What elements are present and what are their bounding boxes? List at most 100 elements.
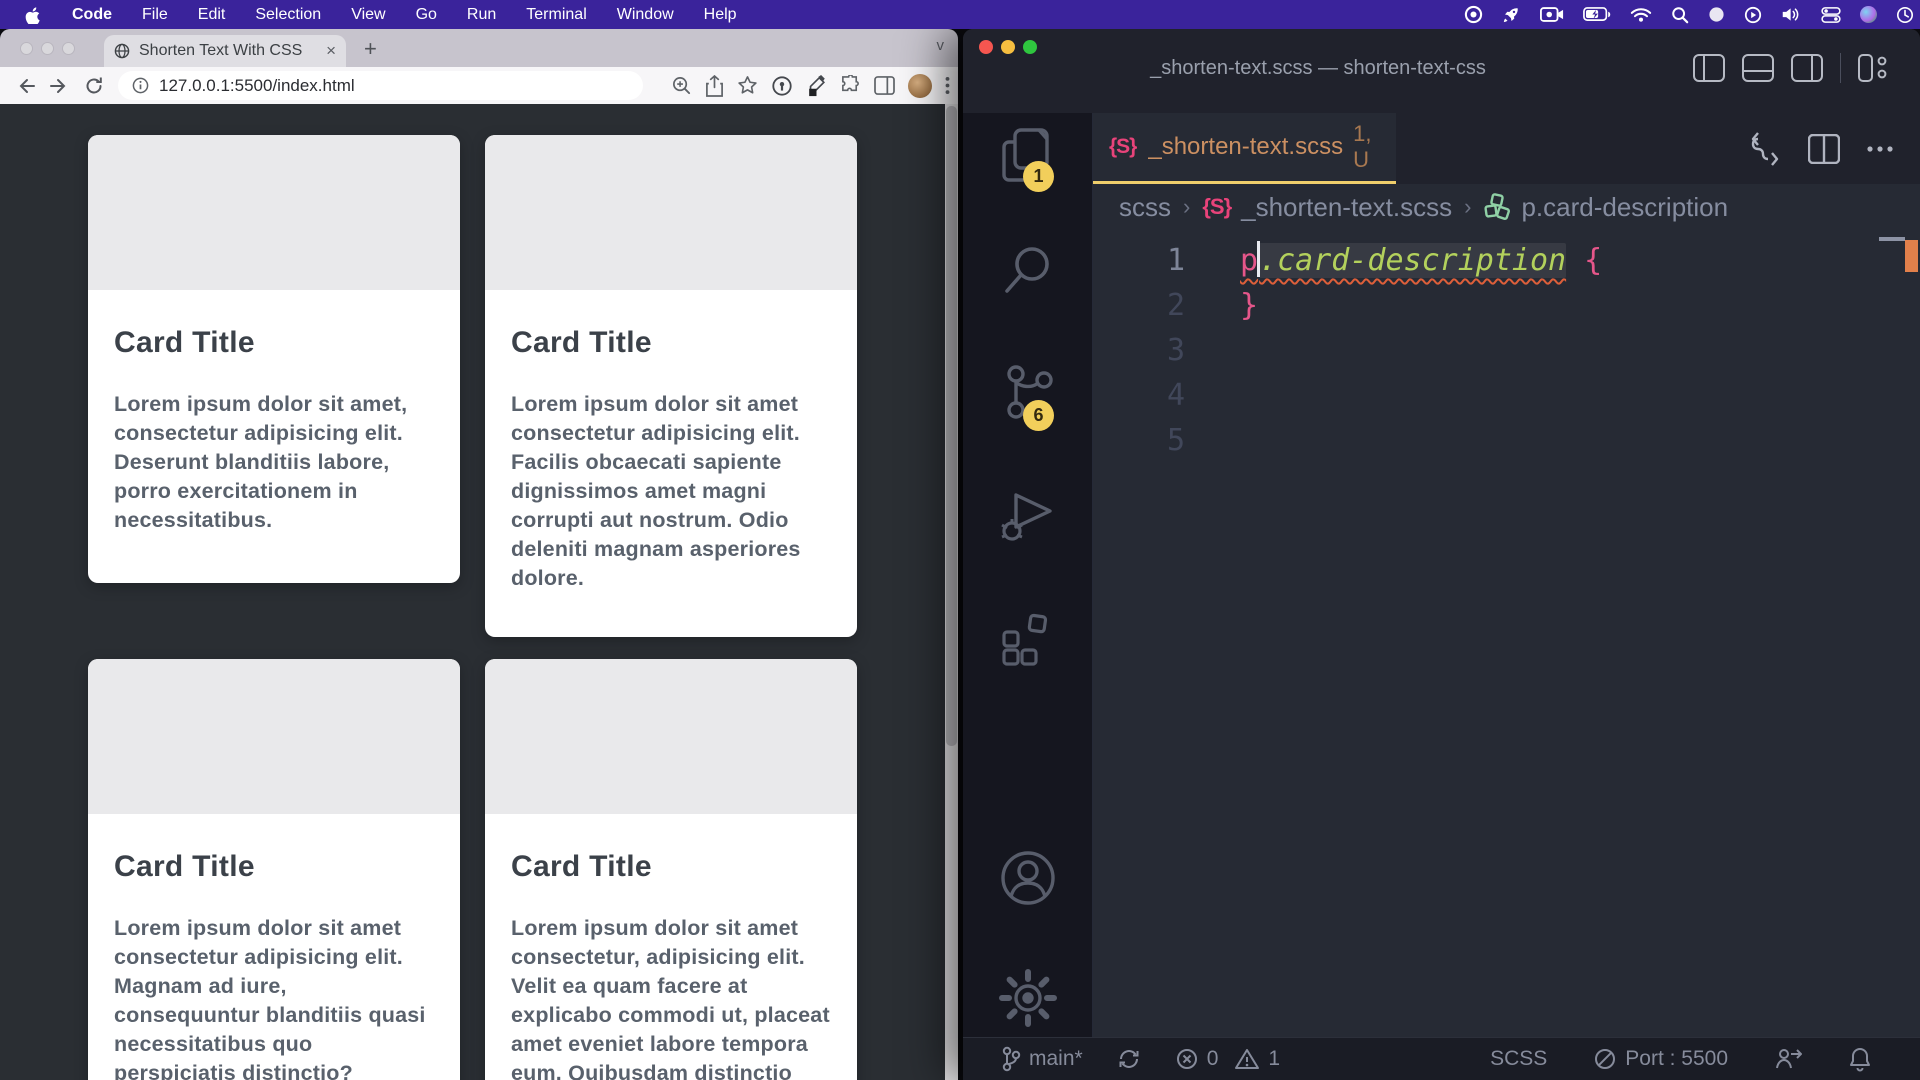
site-info-icon[interactable] — [132, 77, 149, 94]
password-manager-extension-icon[interactable] — [771, 75, 793, 97]
card-title: Card Title — [511, 326, 831, 360]
menu-terminal[interactable]: Terminal — [526, 6, 586, 24]
search-icon[interactable] — [991, 233, 1065, 307]
card-image-placeholder — [88, 659, 460, 814]
code-editor[interactable]: 1 p.card-description { 2 } 3 4 5 — [1093, 230, 1920, 1037]
wifi-icon[interactable] — [1630, 7, 1652, 23]
card-description: Lorem ipsum dolor sit amet consectetur a… — [114, 914, 434, 1080]
open-changes-icon[interactable] — [1748, 131, 1782, 167]
toggle-sidebar-icon[interactable] — [1693, 54, 1725, 82]
breadcrumb-separator: › — [1183, 194, 1190, 220]
new-tab-button[interactable]: + — [364, 36, 377, 62]
bookmark-star-icon[interactable] — [737, 75, 758, 96]
menu-edit[interactable]: Edit — [198, 6, 226, 24]
spotlight-search-icon[interactable] — [1671, 6, 1689, 24]
toggle-secondary-sidebar-icon[interactable] — [1791, 54, 1823, 82]
feedback-icon[interactable] — [1774, 1046, 1802, 1072]
play-status-icon[interactable] — [1744, 6, 1762, 24]
code-line: 3 — [1093, 328, 1920, 373]
browser-menu-icon[interactable] — [945, 76, 950, 95]
source-control-badge: 6 — [1023, 400, 1054, 431]
control-center-icon[interactable] — [1821, 7, 1841, 23]
menu-view[interactable]: View — [351, 6, 385, 24]
side-panel-icon[interactable] — [874, 76, 895, 95]
dot-indicator-icon[interactable] — [1708, 6, 1725, 23]
port-label: Port : 5500 — [1625, 1047, 1728, 1071]
profile-avatar[interactable] — [908, 74, 932, 98]
page-scrollbar-thumb[interactable] — [946, 106, 957, 746]
warning-count: 1 — [1268, 1047, 1280, 1071]
extensions-puzzle-icon[interactable] — [840, 75, 861, 96]
extensions-icon[interactable] — [991, 601, 1065, 675]
explorer-badge: 1 — [1023, 161, 1054, 192]
menu-app-name[interactable]: Code — [72, 6, 112, 24]
line-number: 3 — [1093, 328, 1185, 373]
problems-item[interactable]: 0 1 — [1175, 1047, 1280, 1071]
customize-layout-icon[interactable] — [1858, 54, 1890, 82]
breadcrumb-file[interactable]: _shorten-text.scss — [1241, 192, 1452, 223]
accounts-icon[interactable] — [991, 841, 1065, 915]
breadcrumb-folder[interactable]: scss — [1119, 192, 1171, 223]
sync-changes-item[interactable] — [1117, 1047, 1141, 1071]
split-editor-icon[interactable] — [1808, 134, 1840, 164]
breadcrumb-symbol[interactable]: p.card-description — [1521, 192, 1728, 223]
apple-menu-icon[interactable] — [24, 6, 40, 24]
browser-tab[interactable]: Shorten Text With CSS × — [104, 35, 346, 67]
window-close-button[interactable] — [20, 42, 33, 55]
line-number: 5 — [1093, 418, 1185, 463]
tab-git-problem-decoration: 1, U — [1353, 121, 1371, 173]
titlebar-separator — [1840, 53, 1841, 83]
record-icon[interactable] — [1464, 5, 1483, 24]
menu-window[interactable]: Window — [617, 6, 674, 24]
menu-help[interactable]: Help — [704, 6, 737, 24]
run-debug-icon[interactable] — [991, 479, 1065, 553]
card: Card Title Lorem ipsum dolor sit amet co… — [485, 135, 857, 637]
share-icon[interactable] — [705, 75, 724, 97]
tab-shorten-text-scss[interactable]: {S} _shorten-text.scss 1, U — [1093, 113, 1396, 184]
menu-file[interactable]: File — [142, 6, 168, 24]
siri-icon[interactable] — [1860, 6, 1877, 23]
window-close-button[interactable] — [979, 40, 993, 54]
tab-close-icon[interactable]: × — [326, 41, 336, 61]
menu-go[interactable]: Go — [416, 6, 437, 24]
window-title: _shorten-text.scss — shorten-text-css — [1103, 57, 1533, 80]
volume-icon[interactable] — [1781, 6, 1802, 23]
page-scrollbar[interactable] — [945, 104, 958, 1080]
branch-name: main* — [1029, 1047, 1083, 1071]
battery-icon[interactable] — [1583, 7, 1611, 22]
rocket-icon[interactable] — [1502, 5, 1521, 24]
live-server-port-item[interactable]: Port : 5500 — [1593, 1047, 1728, 1071]
window-zoom-button[interactable] — [1023, 40, 1037, 54]
screen-record-icon[interactable] — [1540, 6, 1564, 23]
scss-file-icon: {S} — [1109, 135, 1136, 159]
url-text[interactable]: 127.0.0.1:5500/index.html — [159, 76, 355, 96]
git-branch-item[interactable]: main* — [1001, 1046, 1083, 1072]
card: Card Title Lorem ipsum dolor sit amet co… — [88, 659, 460, 1080]
scrollbar-top-shadow — [1879, 237, 1905, 241]
address-bar[interactable]: 127.0.0.1:5500/index.html — [118, 71, 643, 100]
settings-gear-icon[interactable] — [991, 961, 1065, 1035]
zoom-icon[interactable] — [671, 75, 692, 96]
reload-button[interactable] — [84, 76, 104, 96]
line-number: 1 — [1093, 238, 1185, 283]
clock-icon[interactable] — [1896, 6, 1914, 24]
forward-button[interactable] — [49, 76, 71, 96]
back-button[interactable] — [14, 76, 36, 96]
menu-run[interactable]: Run — [467, 6, 496, 24]
card-description: Lorem ipsum dolor sit amet consectetur, … — [511, 914, 831, 1080]
window-zoom-button[interactable] — [62, 42, 75, 55]
language-mode-item[interactable]: SCSS — [1490, 1047, 1547, 1071]
more-actions-icon[interactable] — [1866, 145, 1894, 153]
browser-tab-strip: Shorten Text With CSS × + v — [0, 29, 958, 67]
code-line: 1 p.card-description { — [1093, 238, 1920, 283]
window-minimize-button[interactable] — [1001, 40, 1015, 54]
toggle-panel-icon[interactable] — [1742, 54, 1774, 82]
card-image-placeholder — [485, 135, 857, 290]
card: Card Title Lorem ipsum dolor sit amet, c… — [88, 135, 460, 583]
notifications-bell-icon[interactable] — [1848, 1046, 1872, 1072]
menu-selection[interactable]: Selection — [255, 6, 321, 24]
window-minimize-button[interactable] — [41, 42, 54, 55]
tab-search-chevron-icon[interactable]: v — [937, 37, 945, 54]
colorpicker-extension-icon[interactable] — [806, 75, 827, 97]
browser-toolbar: 127.0.0.1:5500/index.html — [0, 67, 958, 104]
